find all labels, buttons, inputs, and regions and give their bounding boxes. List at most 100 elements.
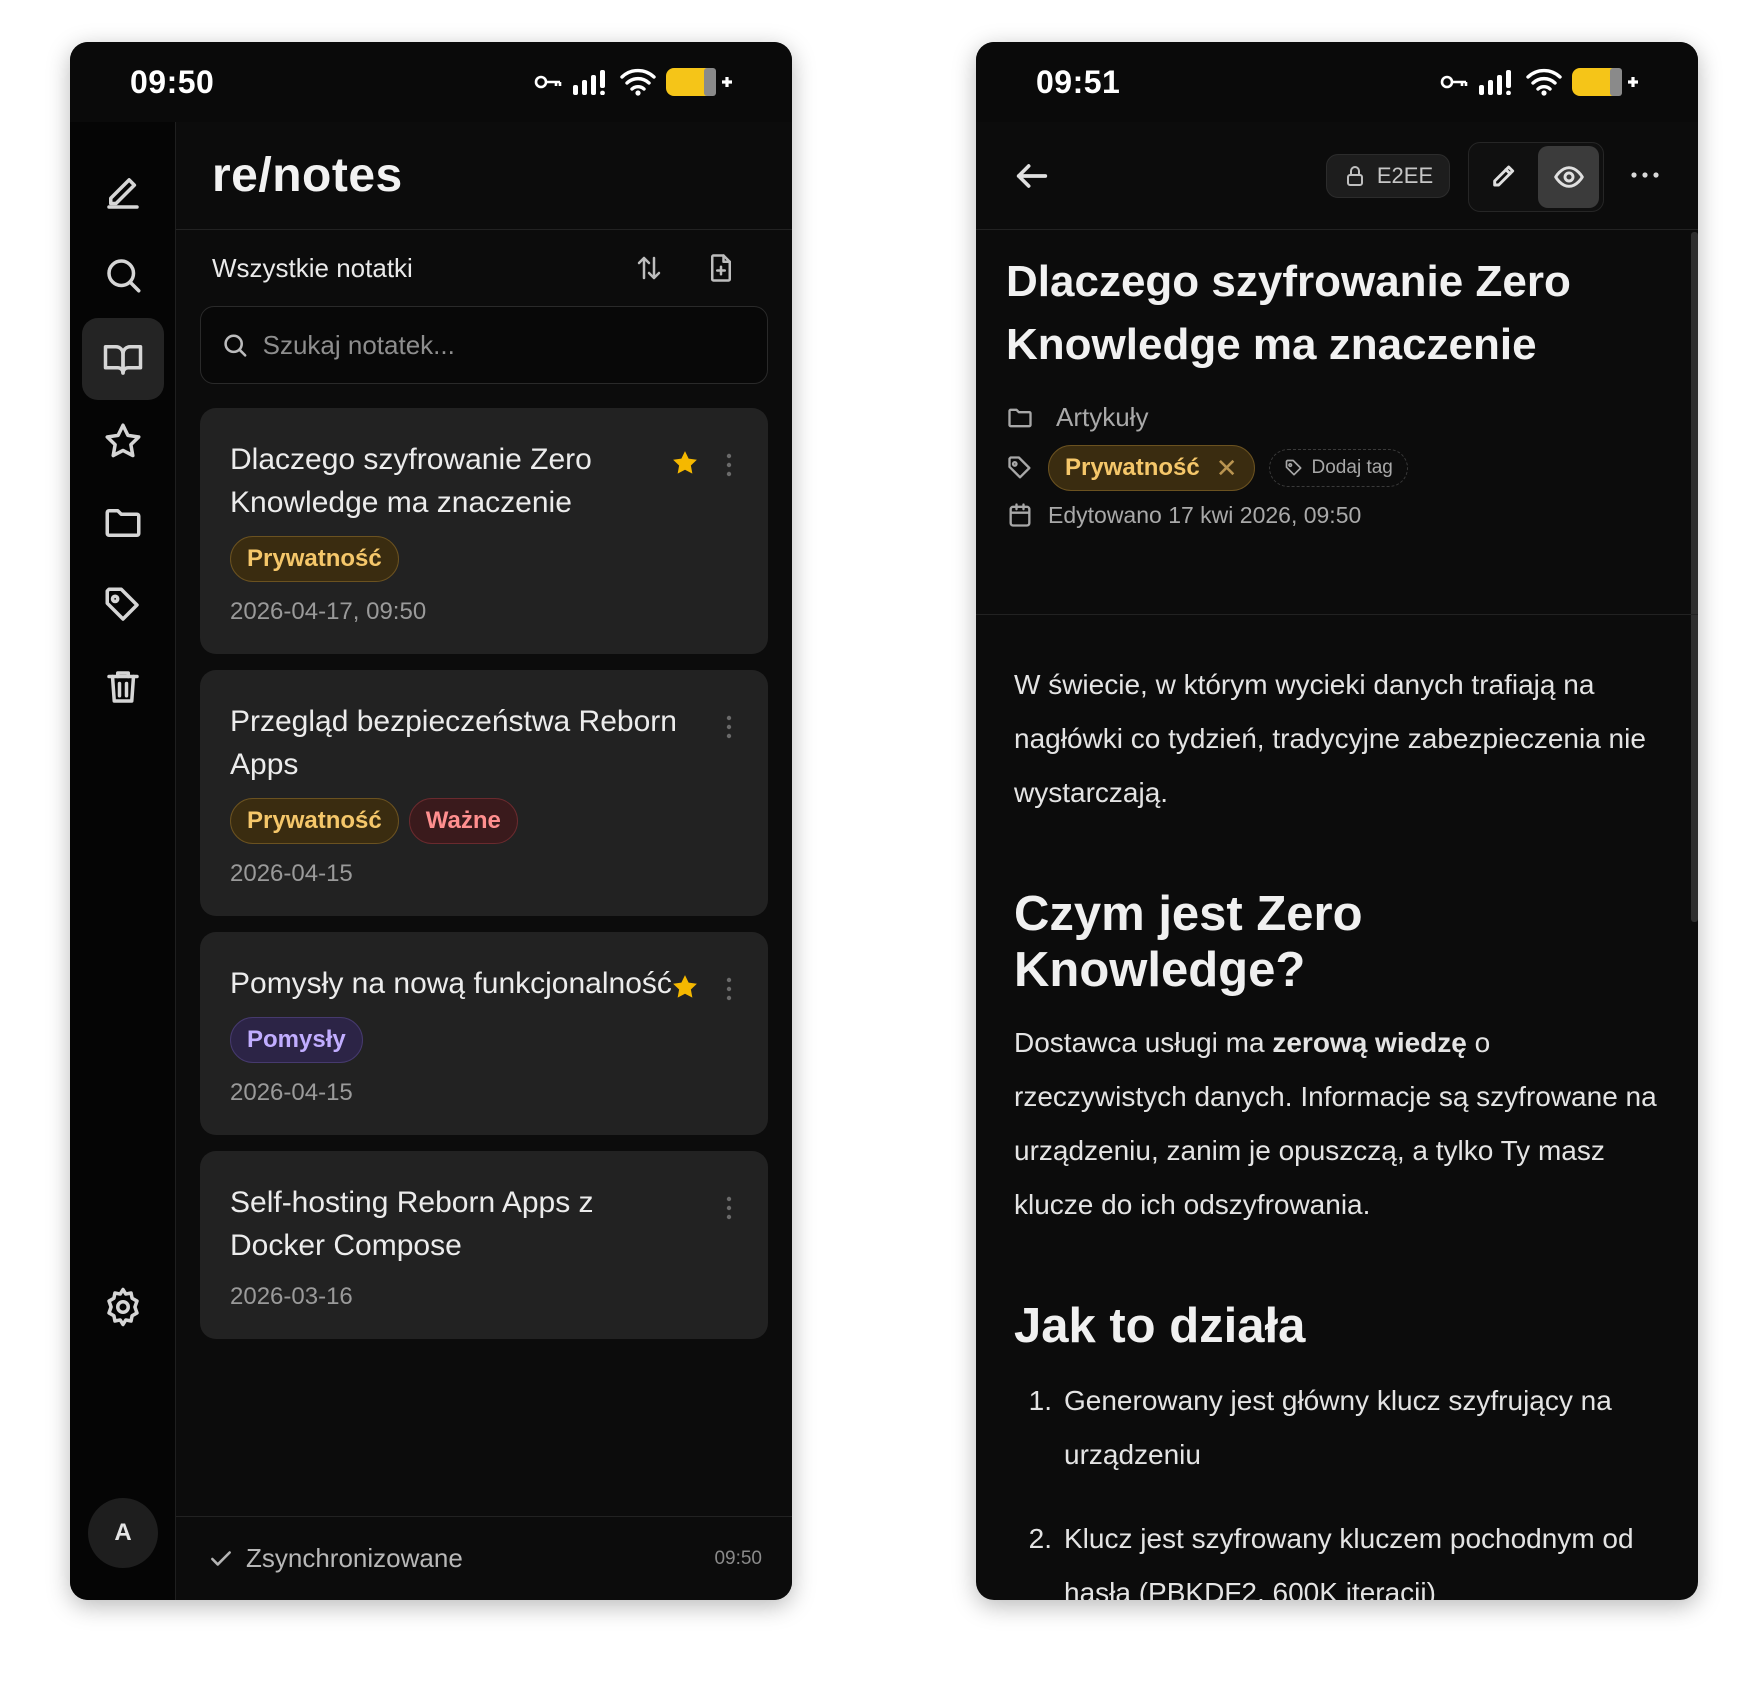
tags-nav-button[interactable] [82, 564, 164, 646]
intro-paragraph: W świecie, w którym wycieki danych trafi… [1014, 669, 1646, 808]
pencil-icon [1492, 165, 1514, 187]
folder-icon [105, 509, 141, 537]
wifi-icon [1526, 68, 1562, 96]
list-item: 1. Generowany jest główny klucz szyfrując… [1028, 1385, 1612, 1470]
lock-icon [1346, 166, 1363, 186]
trash-nav-button[interactable] [82, 646, 164, 728]
note-title: Self-hosting Reborn Apps z Docker Compos… [230, 1186, 594, 1262]
zero-knowledge-paragraph: Dostawca usługi ma zerową wiedzę o rzecz… [1014, 1027, 1657, 1220]
new-note-button[interactable] [82, 152, 164, 234]
tag-icon [1285, 459, 1302, 476]
sync-time: 09:50 [714, 1547, 762, 1569]
pencil-icon [107, 178, 139, 209]
note-header: Dlaczego szyfrowanie Zero Knowledge ma z… [976, 230, 1698, 615]
search-input[interactable] [262, 329, 747, 361]
add-tag-button[interactable]: Dodaj tag [1268, 449, 1408, 487]
note-toolbar: E2EE [976, 122, 1698, 230]
app-header: re/notes [176, 122, 792, 230]
note-body: W świecie, w którym wycieki danych trafi… [976, 616, 1698, 1600]
search-box [200, 306, 768, 384]
tag-chip[interactable]: Pomysły [230, 1017, 363, 1063]
signal-icon [573, 70, 605, 95]
search-icon [224, 334, 247, 357]
tag-chip: Prywatność ✕ [1048, 445, 1255, 491]
tag-chip[interactable]: Ważne [408, 798, 518, 844]
note-date: 2026-03-16 [230, 1283, 353, 1310]
wifi-icon [620, 68, 656, 96]
star-icon [105, 423, 141, 458]
search-nav-button[interactable] [82, 234, 164, 316]
edit-mode-button[interactable] [1473, 146, 1534, 208]
sort-icon[interactable] [634, 253, 664, 283]
status-icons [1440, 67, 1638, 97]
mode-toggle [1468, 142, 1604, 212]
note-card[interactable]: Self-hosting Reborn Apps z Docker Compos… [200, 1151, 768, 1339]
status-icons [534, 67, 732, 97]
note-menu-icon[interactable] [724, 976, 734, 1002]
all-notes-nav-button[interactable] [82, 318, 164, 400]
notes-pane: re/notes Wszystkie notatki Dlaczego szyf… [176, 122, 792, 1600]
more-icon [1631, 172, 1659, 178]
sync-status: Zsynchronizowane [246, 1543, 463, 1573]
star-icon[interactable] [670, 448, 700, 478]
calendar-icon [1009, 503, 1031, 527]
section-heading-how-it-works: Jak to działa [1014, 1299, 1306, 1353]
note-title: Dlaczego szyfrowanie Zero Knowledge ma z… [1006, 257, 1571, 369]
favorites-nav-button[interactable] [82, 400, 164, 482]
new-file-icon[interactable] [706, 253, 736, 283]
tags-row: Prywatność ✕ Dodaj tag [1006, 445, 1668, 491]
list-header: Wszystkie notatki [176, 230, 792, 306]
folder-row[interactable]: Artykuły [1006, 402, 1668, 433]
note-card[interactable]: Pomysły na nową funkcjonalność Pomysły 202… [200, 932, 768, 1135]
note-menu-icon[interactable] [724, 1195, 734, 1221]
list-title: Wszystkie notatki [212, 252, 413, 283]
steps-list: 1. Generowany jest główny klucz szyfrując… [1014, 1374, 1662, 1600]
phone-note-view: 09:51 E2EE Dlaczego szyfrowanie Zero Kno… [976, 42, 1698, 1600]
tag-chip-label: Prywatność [1065, 454, 1200, 481]
edited-date: Edytowano 17 kwi 2026, 09:50 [1048, 501, 1362, 528]
tag-chip[interactable]: Prywatność [230, 798, 399, 844]
note-card[interactable]: Dlaczego szyfrowanie Zero Knowledge ma z… [200, 408, 768, 654]
tag-icon [105, 587, 139, 621]
note-date: 2026-04-17, 09:50 [230, 598, 427, 625]
check-icon [211, 1550, 231, 1566]
star-icon[interactable] [670, 972, 700, 1002]
note-tags: Pomysły [230, 1017, 678, 1063]
eye-icon [1553, 166, 1584, 188]
trash-icon [107, 671, 139, 703]
folder-icon [1008, 408, 1032, 427]
book-open-icon [103, 345, 143, 375]
app-logo: re/notes [212, 149, 403, 202]
section-heading-zero-knowledge: Czym jest Zero Knowledge? [1014, 887, 1363, 997]
add-tag-label: Dodaj tag [1311, 457, 1393, 478]
battery-icon [1572, 68, 1638, 96]
gear-icon [107, 1287, 139, 1327]
note-title: Dlaczego szyfrowanie Zero Knowledge ma z… [230, 443, 592, 519]
note-card[interactable]: Przegląd bezpieczeństwa Reborn Apps Prywa… [200, 670, 768, 916]
settings-nav-button[interactable] [82, 1266, 164, 1348]
back-button[interactable] [1012, 156, 1052, 196]
note-tags: Prywatność Ważne [230, 798, 678, 844]
phone-notes-list: 09:50 A re/notes Wszystkie notatki Szuka… [70, 42, 792, 1600]
signal-icon [1479, 70, 1511, 95]
preview-mode-button[interactable] [1538, 146, 1599, 208]
remove-tag-icon[interactable]: ✕ [1216, 453, 1238, 484]
e2ee-badge[interactable]: E2EE [1326, 154, 1450, 198]
more-button[interactable] [1628, 160, 1662, 190]
note-menu-icon[interactable] [724, 714, 734, 740]
status-bar: 09:50 [70, 42, 792, 122]
key-icon [1440, 75, 1468, 89]
note-list: Dlaczego szyfrowanie Zero Knowledge ma z… [176, 384, 792, 1339]
status-bar: 09:51 [976, 42, 1698, 122]
folders-nav-button[interactable] [82, 482, 164, 564]
status-time: 09:50 [130, 63, 215, 100]
note-date: 2026-04-15 [230, 860, 353, 887]
note-title: Przegląd bezpieczeństwa Reborn Apps [230, 705, 677, 781]
bold-text: zerową wiedzę [1272, 1027, 1467, 1058]
avatar[interactable]: A [88, 1498, 158, 1568]
tag-chip[interactable]: Prywatność [230, 536, 399, 582]
note-menu-icon[interactable] [724, 452, 734, 478]
status-time: 09:51 [1036, 63, 1121, 100]
nav-rail: A [70, 122, 176, 1600]
note-tags: Prywatność [230, 536, 678, 582]
